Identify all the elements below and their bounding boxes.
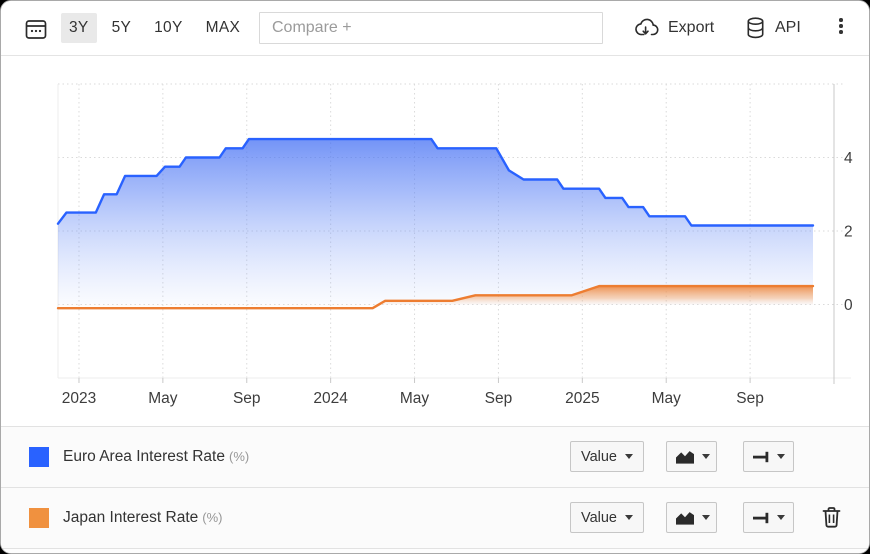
chevron-down-icon [702, 454, 710, 459]
compare-input[interactable] [259, 12, 603, 44]
time-range-selector: 3Y 5Y 10Y MAX [61, 1, 255, 55]
kebab-dot [839, 24, 843, 28]
japan-color-swatch[interactable] [29, 508, 49, 528]
chevron-down-icon [702, 515, 710, 520]
legend-row-japan: Japan Interest Rate (%) Value [1, 488, 869, 549]
svg-text:Sep: Sep [485, 390, 513, 407]
chevron-down-icon [777, 515, 785, 520]
range-button-max[interactable]: MAX [198, 13, 249, 43]
svg-text:Sep: Sep [233, 390, 261, 407]
api-button[interactable]: API [745, 1, 801, 55]
value-dropdown-label: Value [581, 510, 617, 526]
interest-rate-area-chart[interactable]: 2023 May Sep 2024 May Sep 2025 May Sep 4 2 0 [1, 56, 869, 426]
line-style-icon [752, 449, 771, 465]
chevron-down-icon [777, 454, 785, 459]
series-unit: (%) [229, 449, 249, 464]
svg-text:May: May [148, 390, 178, 407]
series-name: Japan Interest Rate [63, 509, 198, 526]
euro-area-value-dropdown[interactable]: Value [570, 441, 644, 472]
trash-icon [821, 505, 842, 529]
area-chart-icon [674, 509, 696, 526]
range-button-3y[interactable]: 3Y [61, 13, 97, 43]
svg-text:4: 4 [844, 150, 853, 167]
value-dropdown-label: Value [581, 449, 617, 465]
export-label: Export [668, 19, 714, 37]
chevron-down-icon [625, 454, 633, 459]
euro-area-line-style-dropdown[interactable] [743, 441, 794, 472]
kebab-dot [839, 30, 843, 34]
range-button-5y[interactable]: 5Y [104, 13, 140, 43]
svg-text:0: 0 [844, 297, 853, 314]
export-button[interactable]: Export [631, 1, 714, 55]
line-style-icon [752, 510, 771, 526]
japan-value-dropdown[interactable]: Value [570, 502, 644, 533]
chevron-down-icon [625, 515, 633, 520]
japan-series-label: Japan Interest Rate (%) [63, 509, 223, 527]
svg-text:2023: 2023 [62, 390, 96, 407]
svg-text:2: 2 [844, 224, 853, 241]
legend-row-euro-area: Euro Area Interest Rate (%) Value [1, 427, 869, 488]
delete-series-button[interactable] [821, 505, 842, 529]
database-icon [745, 16, 766, 40]
kebab-dot [839, 18, 843, 22]
more-options-kebab-button[interactable] [834, 18, 848, 40]
area-chart-icon [674, 448, 696, 465]
series-legend: Euro Area Interest Rate (%) Value [1, 426, 869, 553]
svg-text:2025: 2025 [565, 390, 599, 407]
cloud-download-icon [631, 18, 659, 38]
japan-line-style-dropdown[interactable] [743, 502, 794, 533]
series-name: Euro Area Interest Rate [63, 448, 225, 465]
range-button-10y[interactable]: 10Y [146, 13, 190, 43]
japan-chart-type-dropdown[interactable] [666, 502, 717, 533]
svg-text:May: May [400, 390, 430, 407]
euro-area-series-label: Euro Area Interest Rate (%) [63, 448, 249, 466]
calendar-icon [23, 16, 49, 42]
svg-text:2024: 2024 [313, 390, 348, 407]
date-range-calendar-button[interactable] [23, 16, 49, 42]
euro-area-chart-type-dropdown[interactable] [666, 441, 717, 472]
svg-text:May: May [652, 390, 682, 407]
svg-text:Sep: Sep [736, 390, 764, 407]
series-unit: (%) [202, 510, 222, 525]
api-label: API [775, 19, 801, 37]
toolbar: 3Y 5Y 10Y MAX Export API [1, 1, 869, 56]
euro-area-color-swatch[interactable] [29, 447, 49, 467]
chart-widget-card: 3Y 5Y 10Y MAX Export API [0, 0, 870, 554]
